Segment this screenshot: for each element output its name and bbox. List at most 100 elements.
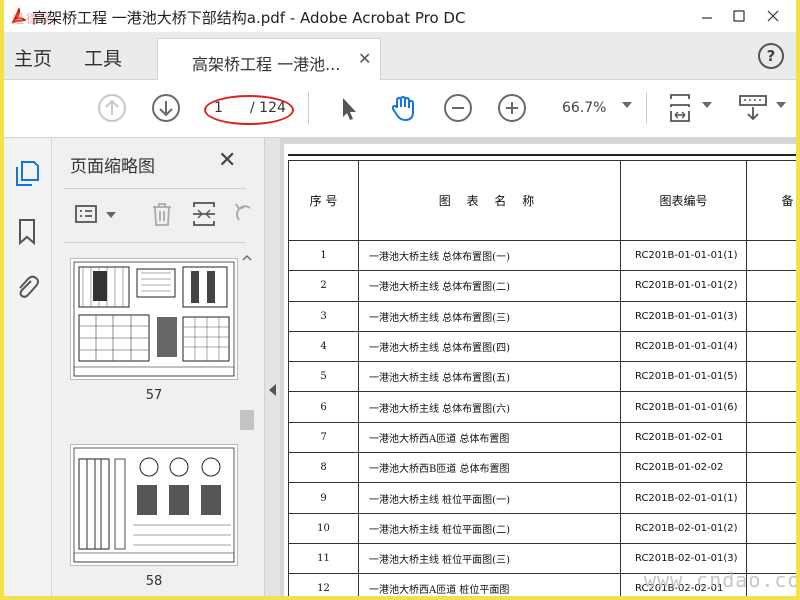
acrobat-window: 道德网 高架桥工程 一港池大桥下部结构a.pdf - Adobe Acrobat… [4,0,796,596]
select-tool-button[interactable] [334,93,364,123]
zoom-level[interactable]: 66.7% [562,100,606,116]
row-remark [746,239,796,272]
thumbnail-panel-title: 页面缩略图 [70,157,155,177]
row-number: 5 [288,361,359,393]
thumbnail-page[interactable] [70,258,238,380]
row-remark [746,270,796,302]
fit-page-button[interactable] [666,93,696,123]
row-name: 一港池大桥主线 总体布置图(二) [358,270,621,302]
zoom-in-button[interactable] [498,94,526,122]
row-number: 12 [288,573,359,596]
tab-tools[interactable]: 工具 [84,44,122,71]
page-thumbnails-icon[interactable] [12,158,42,188]
zoom-dropdown-chevron-down-icon[interactable] [622,102,632,108]
table-row: 1 一港池大桥主线 总体布置图(一) RC201B-01-01-01(1) [288,239,796,272]
row-name: 一港池大桥西A匝道 桩位平面图 [358,573,621,596]
insert-page-icon[interactable] [190,200,218,228]
prev-page-button[interactable] [98,94,126,122]
thumbnail-divider [64,242,246,243]
thumbnail-close-icon[interactable]: ✕ [218,148,236,173]
document-view[interactable]: 序 号 图 表 名 称 图表编号 备 1 一港池大桥主线 总体布置图(一) RC20… [280,138,796,596]
thumbnail-page[interactable] [70,444,238,566]
title-bar: 道德网 高架桥工程 一港池大桥下部结构a.pdf - Adobe Acrobat… [4,0,796,32]
row-remark [746,300,796,332]
tab-bar: 主页 工具 高架桥工程 一港池... ✕ ? [4,32,796,80]
minimize-button[interactable] [694,4,720,28]
row-code: RC201B-02-01-01(1) [620,482,747,514]
thumbnail-divider [64,188,246,189]
bookmark-icon[interactable] [12,216,42,246]
row-name: 一港池大桥主线 总体布置图(五) [358,361,621,393]
thumbnail-scrollbar[interactable] [238,250,256,596]
row-code: RC201B-01-02-02 [620,452,747,484]
hand-tool-button[interactable] [388,93,418,123]
row-name: 一港池大桥西B匝道 总体布置图 [358,452,621,484]
thumbnail-options-icon[interactable] [74,200,102,228]
row-name: 一港池大桥主线 总体布置图(一) [358,239,621,272]
table-row: 4 一港池大桥主线 总体布置图(四) RC201B-01-01-01(4) [288,330,796,363]
row-name: 一港池大桥主线 总体布置图(四) [358,330,621,363]
collapse-panel-icon[interactable] [269,384,276,396]
document-page: 序 号 图 表 名 称 图表编号 备 1 一港池大桥主线 总体布置图(一) RC20… [284,144,796,596]
tab-document[interactable]: 高架桥工程 一港池... ✕ [157,38,381,80]
next-page-button[interactable] [152,94,180,122]
row-code: RC201B-01-02-01 [620,421,747,454]
row-number: 11 [288,542,359,575]
rotate-page-icon[interactable] [230,200,258,228]
table-row: 3 一港池大桥主线 总体布置图(三) RC201B-01-01-01(3) [288,300,796,332]
tab-home[interactable]: 主页 [14,44,52,71]
options-chevron-down-icon[interactable] [106,212,116,218]
row-code: RC201B-01-01-01(5) [620,361,747,393]
tab-document-label: 高架桥工程 一港池... [192,55,341,74]
panel-splitter[interactable] [264,138,280,596]
scroll-up-icon[interactable] [238,251,256,265]
keyboard-scroll-icon [739,95,767,121]
plus-icon [506,102,518,114]
thumbnail-scrollbar-thumb[interactable] [240,410,254,430]
fit-dropdown-chevron-down-icon[interactable] [702,102,712,108]
table-row: 2 一港池大桥主线 总体布置图(二) RC201B-01-01-01(2) [288,270,796,302]
toolbar: 1 / 124 66.7% [4,80,796,138]
tab-close-icon[interactable]: ✕ [358,49,371,68]
pointer-icon [343,98,356,120]
maximize-button[interactable] [726,4,752,28]
drawing-thumbnail-image [73,447,235,563]
arrow-down-icon [159,101,173,117]
drawing-thumbnail-image [73,261,235,377]
row-number: 3 [288,300,359,332]
row-number: 7 [288,421,359,454]
window-title: 高架桥工程 一港池大桥下部结构a.pdf - Adobe Acrobat Pro… [32,9,466,27]
minus-icon [452,107,464,109]
row-name: 一港池大桥主线 桩位平面图(二) [358,512,621,544]
row-remark [746,361,796,393]
zoom-out-button[interactable] [444,94,472,122]
table-row: 6 一港池大桥主线 总体布置图(六) RC201B-01-01-01(6) [288,391,796,423]
arrow-up-icon [105,99,119,115]
navigation-rail [4,138,52,596]
scroll-dropdown-chevron-down-icon[interactable] [776,102,786,108]
table-row: 9 一港池大桥主线 桩位平面图(一) RC201B-02-01-01(1) [288,482,796,514]
attachment-icon[interactable] [12,272,42,302]
toolbar-divider [308,92,309,124]
scroll-mode-button[interactable] [738,93,768,123]
row-remark [746,421,796,454]
thumbnail-page-number: 57 [145,388,163,403]
row-code: RC201B-01-01-01(2) [620,270,747,302]
delete-page-icon[interactable] [148,200,176,228]
row-number: 6 [288,391,359,423]
hand-icon [391,96,414,121]
row-number: 8 [288,452,359,484]
thumbnail-panel: 页面缩略图 ✕ 57 58 [52,138,264,596]
row-remark [746,330,796,363]
row-name: 一港池大桥主线 桩位平面图(三) [358,542,621,575]
page-top-rule [288,154,796,156]
row-name: 一港池大桥主线 桩位平面图(一) [358,482,621,514]
window-close-button[interactable] [760,4,786,28]
row-code: RC201B-01-01-01(4) [620,330,747,363]
table-header-row: 序 号 图 表 名 称 图表编号 备 [288,160,796,241]
row-name: 一港池大桥西A匝道 总体布置图 [358,421,621,454]
row-name: 一港池大桥主线 总体布置图(三) [358,300,621,332]
header-index: 序 号 [288,160,359,241]
help-icon[interactable]: ? [758,43,784,69]
table-row: 5 一港池大桥主线 总体布置图(五) RC201B-01-01-01(5) [288,361,796,393]
